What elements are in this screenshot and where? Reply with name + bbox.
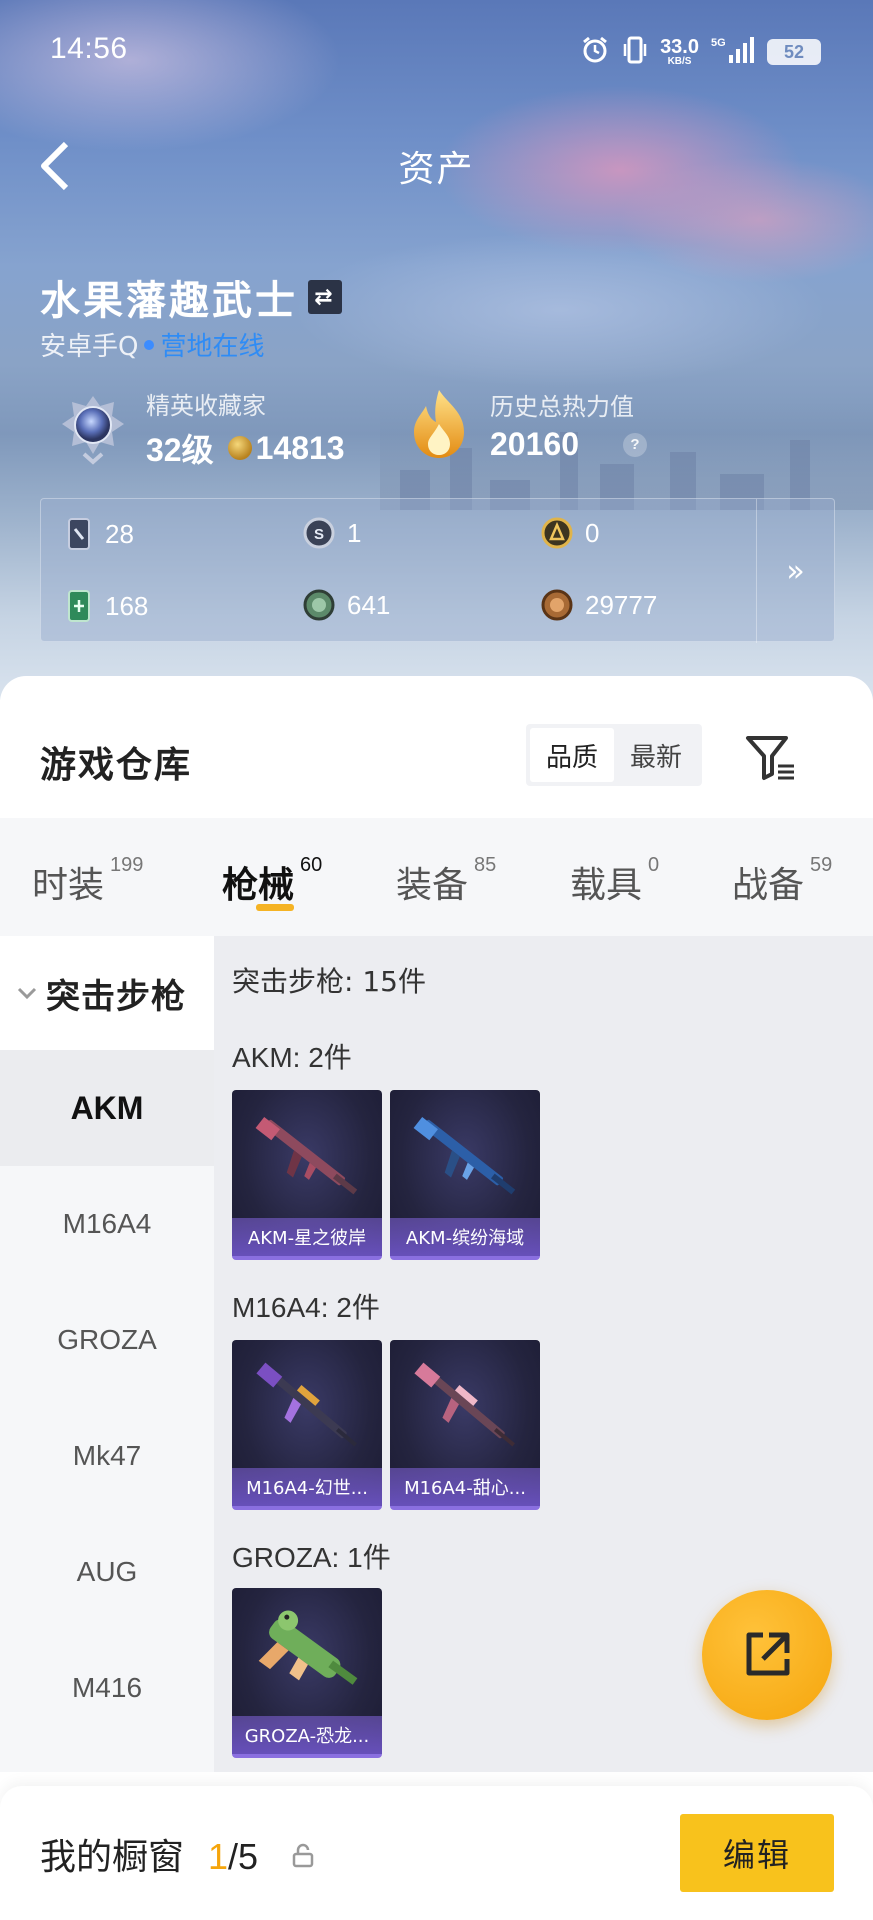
sort-quality[interactable]: 品质 [530, 728, 614, 782]
lock-icon [292, 1843, 314, 1868]
heat-value: 20160 [490, 426, 579, 462]
sidebar-item-m16a4[interactable]: M16A4 [0, 1166, 214, 1282]
share-external-icon [746, 1632, 790, 1676]
group-title-groza: GROZA: 1件 [232, 1542, 391, 1573]
flame-icon [414, 390, 464, 458]
group-title-akm: AKM: 2件 [232, 1042, 352, 1073]
category-total: 突击步枪: 15件 [232, 965, 426, 998]
battery-indicator: 52 [767, 39, 821, 65]
resource-item: 28 [65, 517, 134, 551]
collector-badge-icon [62, 395, 124, 465]
profile-header: 14:56 33.0 KB/S 5G 52 资产 水果藩趣武士 ⇄ 安卓手Q 营… [0, 0, 873, 700]
weapon-card[interactable]: M16A4-甜心... [390, 1340, 540, 1510]
heat-stat[interactable]: 历史总热力值 20160 ? [404, 386, 647, 464]
page-title: 资产 [398, 149, 475, 190]
weapon-card[interactable]: AKM-星之彼岸 [232, 1090, 382, 1260]
silver-coin-icon: S [303, 517, 335, 549]
gold-coin-icon [541, 517, 573, 549]
tab-equipment[interactable]: 装备 85 [396, 818, 496, 936]
green-coin-icon [303, 589, 335, 621]
warehouse-title: 游戏仓库 [40, 745, 193, 786]
tab-supplies[interactable]: 战备 59 [732, 818, 832, 936]
share-button[interactable] [702, 1590, 832, 1720]
sidebar-item-m416[interactable]: M416 [0, 1630, 214, 1746]
tab-weapons[interactable]: 枪械 60 [222, 818, 322, 936]
weapon-sidebar: 突击步枪 AKM M16A4 GROZA Mk47 AUG M416 [0, 936, 214, 1772]
showcase-label: 我的橱窗 [40, 1837, 185, 1878]
server-status: 安卓手Q 营地在线 [40, 326, 264, 363]
rifle-image [413, 1116, 516, 1195]
collector-level: 32级 [146, 432, 214, 468]
rifle-image [414, 1362, 515, 1447]
more-resources-button[interactable]: » [756, 499, 834, 643]
group-title-m16a4: M16A4: 2件 [232, 1292, 380, 1323]
showcase-bar: 我的橱窗 1/5 编辑 [0, 1786, 873, 1920]
collector-stat[interactable]: 精英收藏家 32级 14813 [56, 386, 345, 471]
points-coin-icon [227, 436, 252, 460]
rifle-image [256, 1362, 357, 1447]
svg-text:S: S [314, 526, 324, 543]
category-header-assault-rifle[interactable]: 突击步枪 [0, 936, 214, 1050]
online-status: 营地在线 [160, 332, 265, 362]
showcase-count: 1/5 [208, 1836, 259, 1877]
active-tab-indicator [256, 904, 294, 911]
sidebar-item-aug[interactable]: AUG [0, 1514, 214, 1630]
weapon-card[interactable]: AKM-缤纷海域 [390, 1090, 540, 1260]
green-ticket-icon [68, 590, 90, 622]
sidebar-item-mk47[interactable]: Mk47 [0, 1398, 214, 1514]
edit-button[interactable]: 编辑 [680, 1814, 834, 1892]
status-time: 14:56 [50, 32, 128, 65]
resource-item: 168 [65, 589, 148, 623]
tab-vehicles[interactable]: 载具 0 [570, 818, 659, 936]
status-bar: 14:56 33.0 KB/S 5G 52 [0, 0, 873, 104]
online-dot-icon [144, 339, 155, 350]
collector-points: 14813 [255, 429, 345, 466]
category-tabs: 时装 199 枪械 60 装备 85 载具 0 战备 59 [0, 818, 873, 936]
resource-item: 29777 [541, 589, 657, 621]
network-speed: 33.0 KB/S [660, 36, 699, 67]
sidebar-item-groza[interactable]: GROZA [0, 1282, 214, 1398]
resource-item: S 1 [303, 517, 361, 549]
help-icon[interactable]: ? [622, 432, 647, 457]
weapon-card[interactable]: GROZA-恐龙... [232, 1588, 382, 1758]
weapon-card[interactable]: M16A4-幻世... [232, 1340, 382, 1510]
sidebar-item-akm[interactable]: AKM [0, 1050, 214, 1166]
alarm-icon [580, 35, 610, 69]
signal-5g-icon: 5G [711, 35, 755, 69]
sort-newest[interactable]: 最新 [614, 728, 698, 782]
showcase-info: 我的橱窗 1/5 [40, 1828, 316, 1880]
sort-toggle: 品质 最新 [526, 724, 702, 786]
heat-label: 历史总热力值 [490, 393, 634, 421]
switch-account-icon[interactable]: ⇄ [308, 280, 342, 314]
resource-item: 641 [303, 589, 390, 621]
rifle-image [258, 1610, 358, 1685]
tab-fashion[interactable]: 时装 199 [32, 818, 143, 936]
resources-panel[interactable]: 28 S 1 0 168 641 29777 » [40, 498, 835, 643]
server-label: 安卓手Q [40, 332, 139, 362]
resource-item: 0 [541, 517, 599, 549]
card-icon [68, 518, 90, 550]
bronze-coin-icon [541, 589, 573, 621]
vibrate-icon [622, 35, 648, 69]
rifle-image [255, 1116, 358, 1195]
player-name: 水果藩趣武士 ⇄ [40, 268, 342, 326]
filter-icon[interactable] [742, 732, 798, 784]
collector-label: 精英收藏家 [146, 392, 266, 420]
chevron-down-icon [16, 981, 38, 1006]
svg-text:5G: 5G [711, 37, 726, 49]
